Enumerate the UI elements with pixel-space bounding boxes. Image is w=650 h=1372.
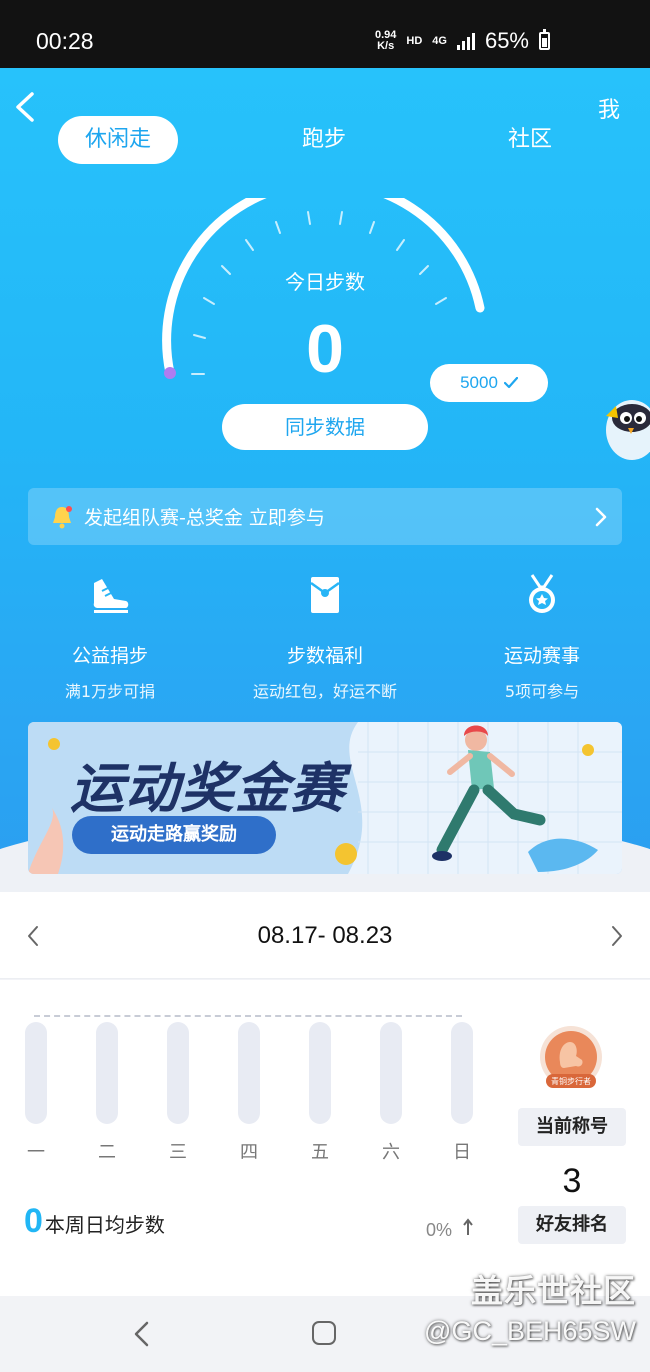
nav-home-icon[interactable] (312, 1321, 336, 1345)
network-speed-unit: K/s (377, 40, 395, 52)
day-label: 日 (453, 1142, 471, 1163)
status-bar: 00:28 0.94 K/s HD 4G 65% (0, 0, 650, 68)
tab-casual-walk[interactable]: 休闲走 (58, 116, 178, 164)
battery-percent: 65% (484, 28, 529, 53)
me-button[interactable]: 我 (598, 92, 620, 124)
medal-icon (529, 574, 555, 613)
weekly-average-value: 0 (24, 1202, 43, 1240)
day-step-bar[interactable] (309, 1022, 331, 1124)
next-week-icon[interactable] (610, 924, 624, 948)
team-race-notice-text: 发起组队赛-总奖金 立即参与 (84, 507, 325, 529)
promo-title: 运动奖金赛 (70, 757, 345, 820)
day-label: 五 (311, 1142, 329, 1163)
signal-icon (456, 32, 475, 50)
day-label: 二 (98, 1142, 116, 1163)
hero-section: 我 休闲走 跑步 社区 今日步数 0 5000 同步数据 发起组队赛-总奖金 立… (0, 68, 650, 892)
friend-rank-button[interactable]: 好友排名 (518, 1206, 626, 1244)
feature-sports-events[interactable]: 运动赛事 5项可参与 (432, 573, 650, 702)
weekly-change-value: 0% (426, 1220, 453, 1240)
weekly-change: 0% (426, 1218, 473, 1241)
badge-text: 青铜步行者 (551, 1076, 591, 1086)
week-stats: 一 二 三 四 五 六 日 青铜步行者 当前称号 3 好友排名 0 本周日均步数 0% (0, 980, 650, 1296)
step-goal-pill[interactable]: 5000 (430, 364, 548, 402)
feature-subtitle: 5项可参与 (504, 682, 580, 701)
tab-running[interactable]: 跑步 (294, 116, 354, 164)
mode-tabs: 休闲走 跑步 社区 (58, 116, 598, 164)
arrow-up-icon (463, 1218, 473, 1235)
feature-step-rewards[interactable]: 步数福利 运动红包，好运不断 (215, 573, 435, 702)
back-arrow-icon[interactable] (12, 90, 38, 124)
feature-title: 步数福利 (286, 645, 363, 667)
battery-icon (539, 29, 550, 50)
day-step-bar[interactable] (380, 1022, 402, 1124)
status-time: 00:28 (36, 28, 94, 54)
promo-banner[interactable]: 运动奖金赛 运动走路赢奖励 (28, 722, 622, 874)
day-label: 四 (240, 1142, 258, 1163)
feature-title: 公益捐步 (71, 645, 148, 667)
weekly-average: 0 本周日均步数 (24, 1202, 165, 1241)
current-title-button[interactable]: 当前称号 (518, 1108, 626, 1146)
feature-subtitle: 运动红包，好运不断 (252, 682, 397, 701)
watermark-handle: @GC_BEH65SW (424, 1316, 636, 1346)
step-goal-value: 5000 (460, 373, 498, 392)
network-speed: 0.94 K/s (375, 30, 396, 52)
bronze-walker-badge-icon[interactable]: 青铜步行者 (536, 1024, 606, 1094)
tab-community[interactable]: 社区 (500, 116, 560, 164)
day-label: 一 (27, 1142, 45, 1163)
feature-title: 运动赛事 (503, 645, 580, 667)
day-step-bar[interactable] (25, 1022, 47, 1124)
network-type: 4G (432, 35, 447, 47)
week-selector: 08.17- 08.23 (0, 892, 650, 979)
penguin-mascot-icon[interactable] (598, 388, 650, 468)
day-step-bar[interactable] (167, 1022, 189, 1124)
nav-back-icon[interactable] (132, 1320, 150, 1348)
weekly-average-label: 本周日均步数 (44, 1213, 165, 1237)
running-woman-illustration (432, 725, 598, 872)
bell-icon (53, 505, 72, 528)
check-icon (503, 377, 518, 389)
promo-subtitle: 运动走路赢奖励 (72, 816, 276, 854)
feature-grid: 公益捐步 满1万步可捐 步数福利 运动红包，好运不断 运动赛事 5项可参与 (0, 573, 650, 703)
today-steps-value: 0 (306, 311, 344, 387)
day-step-bar[interactable] (96, 1022, 118, 1124)
watermark-title: 盖乐世社区 (470, 1272, 636, 1310)
hd-indicator: HD (406, 35, 423, 47)
day-label: 六 (382, 1142, 400, 1163)
feature-subtitle: 满1万步可捐 (64, 682, 156, 701)
day-label: 三 (169, 1142, 187, 1163)
day-step-bar[interactable] (238, 1022, 260, 1124)
chevron-right-icon (595, 507, 607, 527)
week-range: 08.17- 08.23 (257, 922, 393, 949)
sync-data-button[interactable]: 同步数据 (222, 404, 428, 450)
day-step-bar[interactable] (451, 1022, 473, 1124)
goal-dashed-line (34, 1015, 462, 1017)
sneaker-icon (93, 579, 129, 613)
red-envelope-icon (310, 577, 340, 613)
feature-charity-steps[interactable]: 公益捐步 满1万步可捐 (0, 573, 220, 702)
status-indicators: 0.94 K/s HD 4G 65% (375, 28, 550, 54)
team-race-notice[interactable]: 发起组队赛-总奖金 立即参与 (28, 488, 622, 545)
friend-rank-value: 3 (562, 1162, 582, 1200)
gauge-title: 今日步数 (285, 270, 365, 294)
